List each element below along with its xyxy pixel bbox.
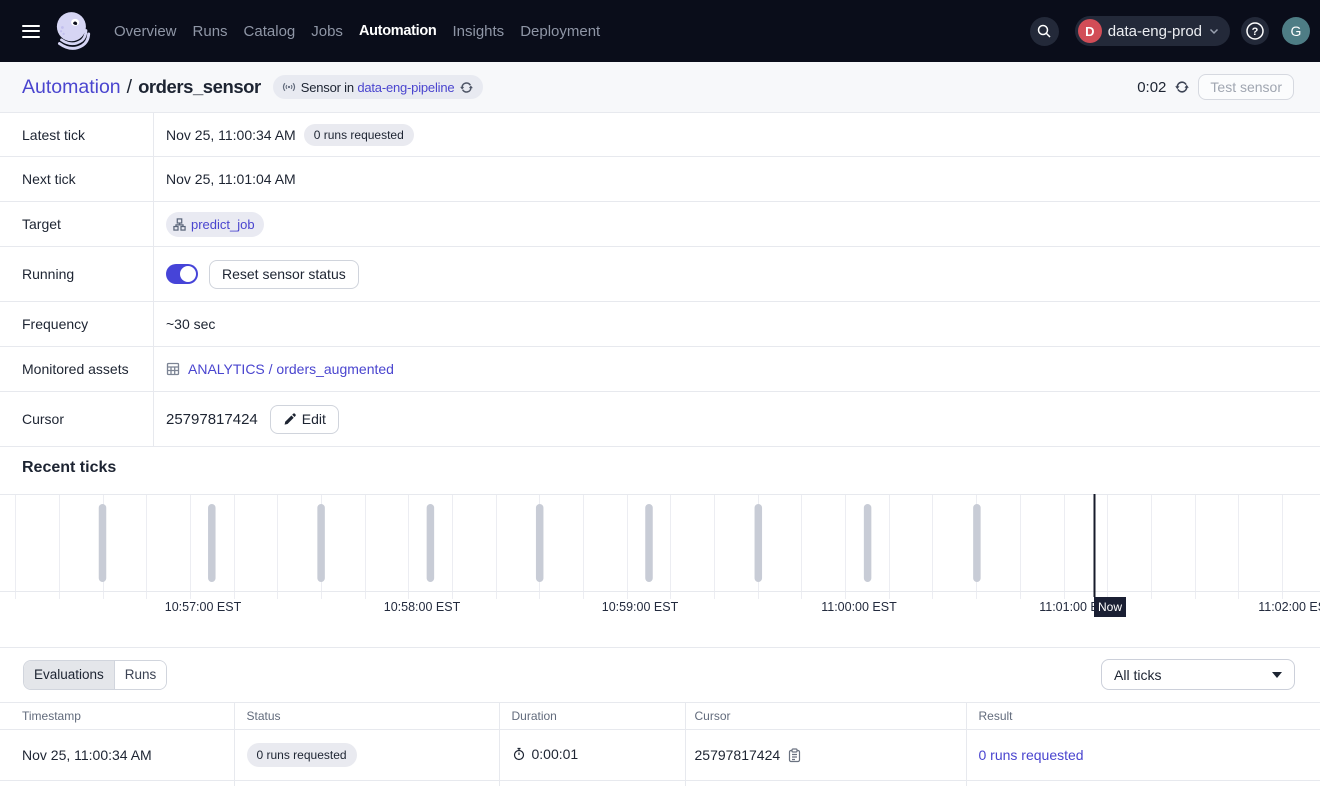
svg-text:10:58:00 EST: 10:58:00 EST (384, 600, 461, 614)
svg-text:?: ? (1252, 26, 1259, 38)
svg-text:10:59:00 EST: 10:59:00 EST (602, 600, 679, 614)
svg-text:Now: Now (1098, 600, 1122, 614)
svg-text:10:57:00 EST: 10:57:00 EST (165, 600, 242, 614)
svg-text:11:02:00 EST: 11:02:00 EST (1258, 600, 1320, 614)
svg-text:11:00:00 EST: 11:00:00 EST (821, 600, 897, 614)
